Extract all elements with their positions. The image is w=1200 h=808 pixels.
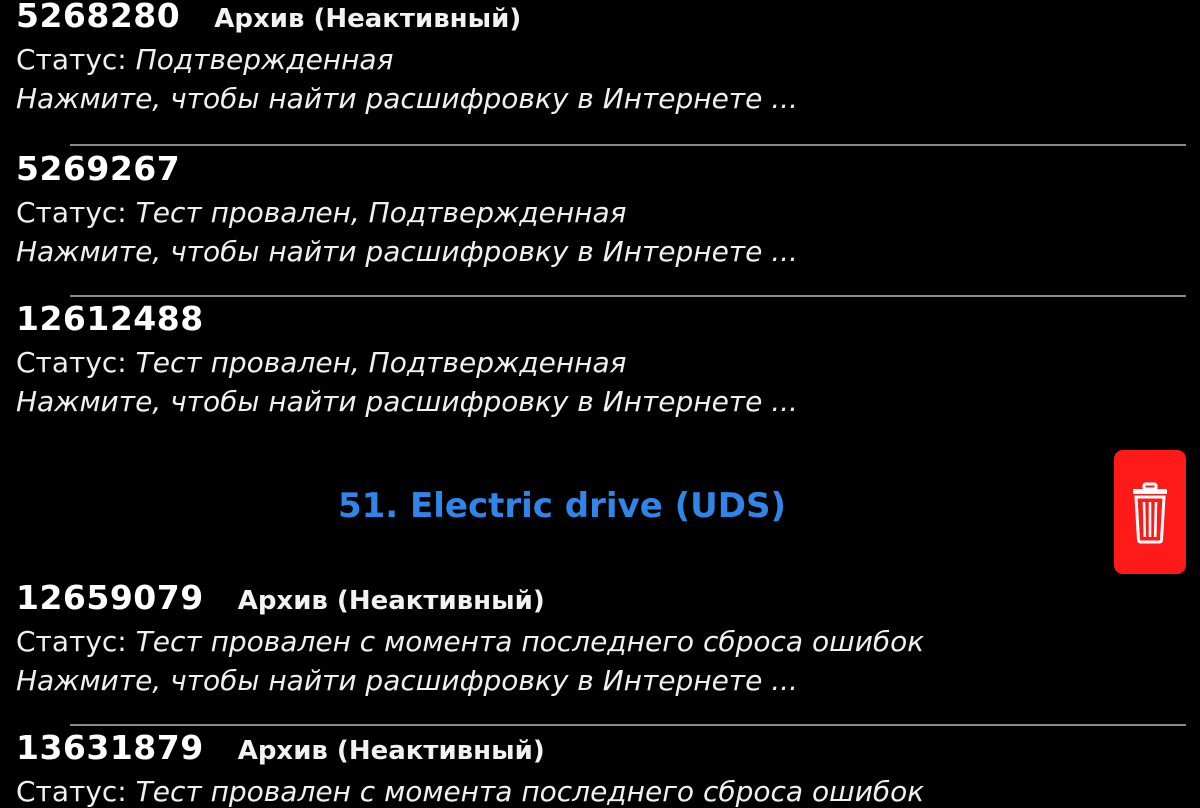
status-label: Статус: <box>16 625 136 658</box>
status-label: Статус: <box>16 775 136 808</box>
dtc-code: 12659079 <box>16 578 204 617</box>
section-title: 51. Electric drive (UDS) <box>337 486 787 526</box>
status-line: Статус: Тест провален, Подтвержденная <box>16 196 1186 229</box>
code-line: 5268280 Архив (Неактивный) <box>16 0 1186 35</box>
delete-button[interactable] <box>1114 450 1186 574</box>
list-item[interactable]: 12612488 Статус: Тест провален, Подтверж… <box>16 299 1186 418</box>
search-online-link[interactable]: Нажмите, чтобы найти расшифровку в Интер… <box>16 82 1186 115</box>
status-value: Тест провален с момента последнего сброс… <box>135 775 925 808</box>
dtc-code: 13631879 <box>16 728 204 767</box>
code-line: 12659079 Архив (Неактивный) <box>16 578 1186 617</box>
status-line: Статус: Тест провален с момента последне… <box>16 625 1186 658</box>
divider <box>70 295 1186 297</box>
dtc-code: 12612488 <box>16 299 204 338</box>
search-online-link[interactable]: Нажмите, чтобы найти расшифровку в Интер… <box>16 235 1186 268</box>
status-line: Статус: Тест провален, Подтвержденная <box>16 346 1186 379</box>
dtc-code: 5269267 <box>16 149 181 188</box>
status-label: Статус: <box>16 346 136 379</box>
status-line: Статус: Тест провален с момента последне… <box>16 775 1186 808</box>
status-label: Статус: <box>16 43 136 76</box>
status-label: Статус: <box>16 196 136 229</box>
trash-icon <box>1130 480 1170 544</box>
dtc-code: 5268280 <box>16 0 181 35</box>
divider <box>70 144 1186 146</box>
archive-tag: Архив (Неактивный) <box>214 4 522 34</box>
code-line: 5269267 <box>16 149 1186 188</box>
divider <box>70 724 1186 726</box>
status-value: Тест провален, Подтвержденная <box>135 346 627 379</box>
list-item[interactable]: 5268280 Архив (Неактивный) Статус: Подтв… <box>16 0 1186 115</box>
list-item[interactable]: 12659079 Архив (Неактивный) Статус: Тест… <box>16 578 1186 697</box>
code-line: 13631879 Архив (Неактивный) <box>16 728 1186 767</box>
status-value: Подтвержденная <box>135 43 394 76</box>
search-online-link[interactable]: Нажмите, чтобы найти расшифровку в Интер… <box>16 664 1186 697</box>
status-value: Тест провален, Подтвержденная <box>135 196 627 229</box>
archive-tag: Архив (Неактивный) <box>237 736 545 766</box>
list-item[interactable]: 13631879 Архив (Неактивный) Статус: Тест… <box>16 728 1186 808</box>
status-line: Статус: Подтвержденная <box>16 43 1186 76</box>
archive-tag: Архив (Неактивный) <box>237 586 545 616</box>
code-line: 12612488 <box>16 299 1186 338</box>
status-value: Тест провален с момента последнего сброс… <box>135 625 925 658</box>
list-item[interactable]: 5269267 Статус: Тест провален, Подтвержд… <box>16 149 1186 268</box>
search-online-link[interactable]: Нажмите, чтобы найти расшифровку в Интер… <box>16 385 1186 418</box>
